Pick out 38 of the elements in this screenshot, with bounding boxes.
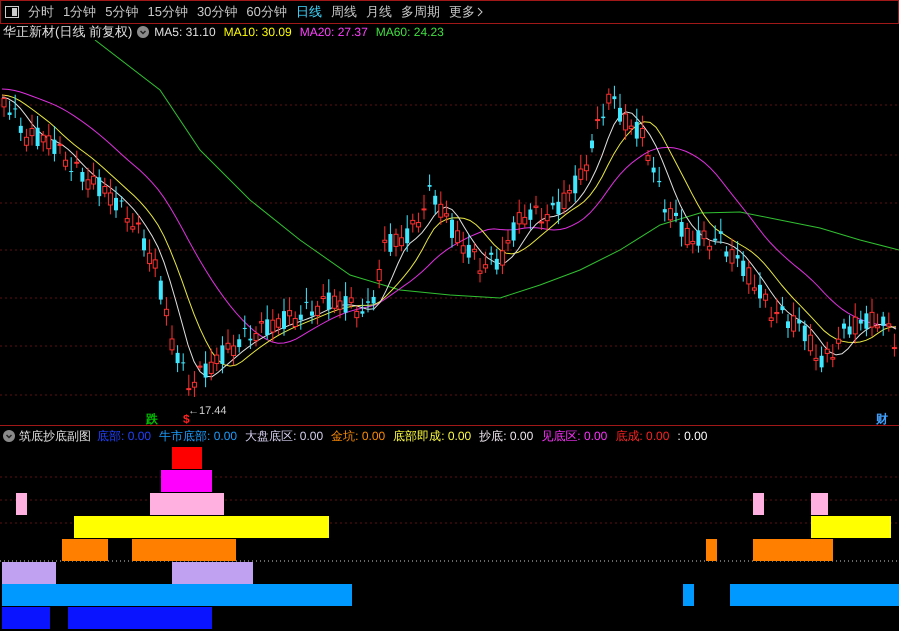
ma-value: MA20: 27.37 xyxy=(300,24,368,41)
panel-toggle-icon[interactable] xyxy=(5,6,19,18)
period-tab[interactable]: 1分钟 xyxy=(63,2,96,22)
signal-bar xyxy=(753,493,764,515)
chevron-right-icon xyxy=(476,7,483,17)
period-tab[interactable]: 60分钟 xyxy=(246,2,287,22)
period-tab[interactable]: 月线 xyxy=(366,2,392,22)
indicator-title: 筑底抄底副图 xyxy=(19,428,91,444)
signal-bar xyxy=(16,493,27,515)
chevron-down-circle-icon[interactable] xyxy=(3,430,15,442)
more-button[interactable]: 更多 xyxy=(448,2,483,22)
period-tab[interactable]: 分时 xyxy=(28,2,54,22)
indicator-value: : 0.00 xyxy=(677,428,708,444)
signal-marker: 财 xyxy=(876,411,888,428)
signal-bar xyxy=(706,539,717,561)
period-tab[interactable]: 30分钟 xyxy=(196,2,238,22)
period-tab[interactable]: 多周期 xyxy=(400,2,440,22)
indicator-value: 抄底: 0.00 xyxy=(479,428,534,444)
chevron-down-circle-icon[interactable] xyxy=(137,26,150,38)
ma-value: MA5: 31.10 xyxy=(154,24,216,41)
indicator-value: 底部即成: 0.00 xyxy=(393,428,472,444)
indicator-value: 大盘底区: 0.00 xyxy=(245,428,324,444)
low-price-label: ←17.44 xyxy=(188,404,227,417)
signal-marker: 跌 xyxy=(146,411,158,428)
period-tab[interactable]: 周线 xyxy=(330,2,357,22)
indicator-value: 牛市底部: 0.00 xyxy=(159,428,238,444)
indicator-value: 底成: 0.00 xyxy=(615,428,670,444)
ma-value: MA60: 24.23 xyxy=(376,24,444,41)
signal-bar xyxy=(683,584,694,606)
signal-marker: $ xyxy=(183,411,190,428)
period-tab[interactable]: 5分钟 xyxy=(105,2,138,22)
period-tab[interactable]: 日线 xyxy=(296,2,322,22)
ma-value: MA10: 30.09 xyxy=(224,24,292,41)
indicator-value: 底部: 0.00 xyxy=(97,428,152,444)
period-tab[interactable]: 15分钟 xyxy=(147,2,188,22)
indicator-value: 金坑: 0.00 xyxy=(331,428,386,444)
stock-title: 华正新材(日线 前复权) xyxy=(3,23,132,42)
indicator-value: 见底区: 0.00 xyxy=(541,428,608,444)
